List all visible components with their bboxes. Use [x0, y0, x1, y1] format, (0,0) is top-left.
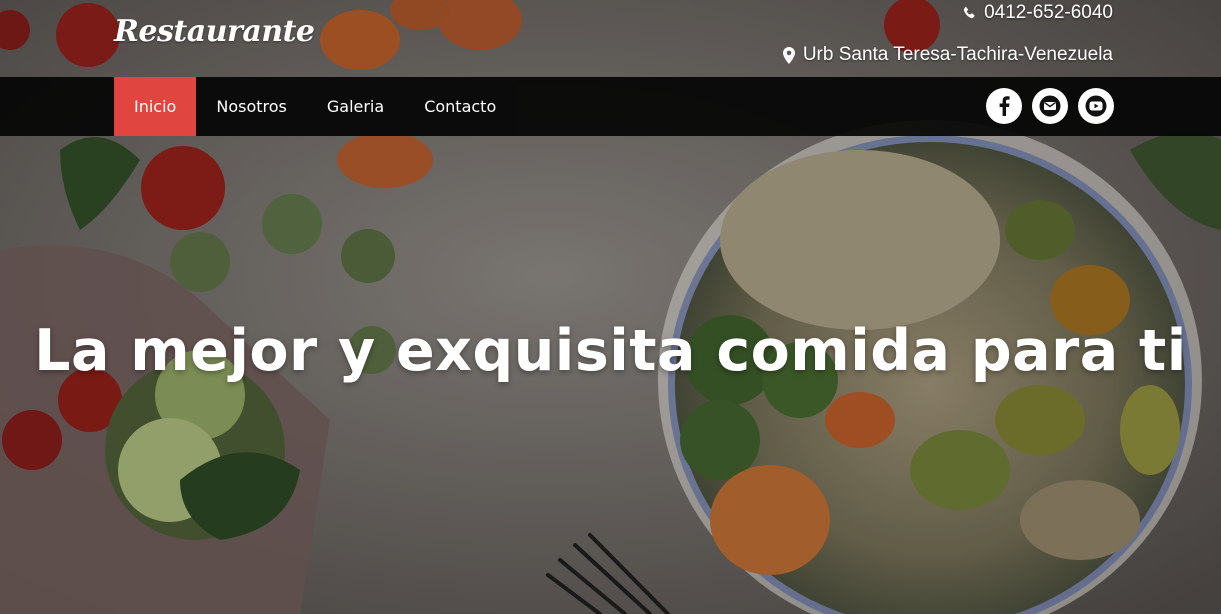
- social-links: [986, 88, 1114, 124]
- address-text: Urb Santa Teresa-Tachira-Venezuela: [802, 44, 1113, 65]
- nav-item-nosotros[interactable]: Nosotros: [196, 77, 307, 136]
- youtube-button[interactable]: [1078, 88, 1114, 124]
- main-navbar: Inicio Nosotros Galeria Contacto: [0, 77, 1221, 136]
- phone-contact: 0412-652-6040: [962, 2, 1113, 24]
- email-button[interactable]: [1032, 88, 1068, 124]
- nav-item-galeria[interactable]: Galeria: [307, 77, 404, 136]
- envelope-icon: [1039, 95, 1061, 117]
- nav-item-inicio[interactable]: Inicio: [114, 77, 197, 136]
- address-contact: Urb Santa Teresa-Tachira-Venezuela: [782, 44, 1113, 66]
- phone-number[interactable]: 0412-652-6040: [984, 2, 1113, 24]
- hero-headline: La mejor y exquisita comida para ti: [34, 318, 1187, 385]
- nav-item-contacto[interactable]: Contacto: [404, 77, 516, 136]
- facebook-button[interactable]: [986, 88, 1022, 124]
- brand-logo[interactable]: Restaurante: [114, 14, 315, 49]
- facebook-icon: [999, 96, 1010, 116]
- phone-icon: [963, 6, 975, 19]
- youtube-icon: [1085, 95, 1107, 117]
- map-marker-icon: [782, 46, 795, 64]
- nav-menu: Inicio Nosotros Galeria Contacto: [114, 77, 517, 136]
